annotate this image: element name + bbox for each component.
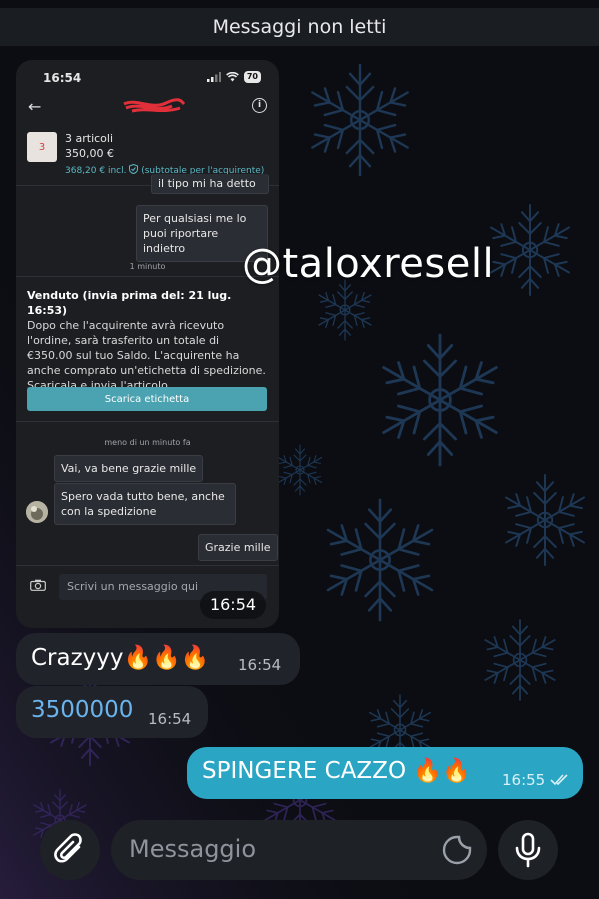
divider: [16, 421, 279, 422]
sticker-icon[interactable]: [441, 834, 473, 866]
divider: [16, 276, 279, 277]
photo-message[interactable]: 16:54 70 ← i 3 3 articoli 350,00 € 368,2…: [16, 60, 279, 628]
wifi-icon: [226, 72, 239, 82]
message-text: Crazyyy🔥🔥🔥: [31, 645, 210, 671]
attach-button[interactable]: [40, 820, 100, 880]
message-text: SPINGERE CAZZO 🔥🔥: [202, 758, 471, 784]
download-label-button[interactable]: Scarica etichetta: [27, 387, 267, 411]
order-price: 350,00 €: [65, 147, 114, 160]
sold-title: Venduto (invia prima del: 21 lug. 16:53): [27, 289, 232, 317]
sold-body: Dopo che l'acquirente avrà ricevuto l'or…: [27, 319, 266, 392]
divider: [16, 565, 279, 566]
cutoff-text: il tipo mi ha detto di si: [158, 177, 256, 193]
message-input-placeholder: Messaggio: [129, 835, 257, 863]
unread-label: Messaggi non letti: [212, 16, 387, 38]
chat-bubble-ok: Vai, va bene grazie mille: [54, 455, 204, 482]
battery-indicator: 70: [243, 71, 261, 83]
status-icons: 70: [206, 71, 261, 83]
shield-check-icon: [129, 163, 139, 175]
order-items: 3 articoli: [65, 132, 114, 145]
incl-price: 368,20 € incl.: [65, 166, 127, 176]
timestamp-1: 1 minuto: [129, 262, 166, 271]
chat-bubble-cutoff: il tipo mi ha detto di si: [151, 174, 269, 194]
order-summary: 3 3 articoli 350,00 € 368,20 € incl. (su…: [27, 130, 272, 178]
status-time: 16:54: [43, 71, 82, 85]
order-thumbnail: 3: [27, 132, 57, 162]
message-text[interactable]: 3500000: [31, 697, 133, 723]
unread-messages-divider: Messaggi non letti: [0, 8, 599, 46]
phone-status-bar: 16:54 70: [16, 68, 279, 88]
screenshot-nav: ← i: [16, 96, 279, 120]
message-time: 16:54: [148, 710, 192, 728]
back-arrow-icon: ←: [28, 97, 42, 116]
message-bubble[interactable]: Crazyyy🔥🔥🔥 16:54: [16, 633, 300, 685]
microphone-icon: [515, 832, 541, 868]
info-icon: i: [252, 98, 267, 113]
avatar: [26, 501, 48, 523]
chat-bubble-hope: Spero vada tutto bene, anche con la sped…: [54, 483, 236, 525]
chat-bubble-thanks: Grazie mille: [198, 534, 278, 561]
message-bubble-outgoing[interactable]: SPINGERE CAZZO 🔥🔥 16:55: [187, 747, 583, 799]
signal-icon: [206, 72, 221, 82]
sold-notice: Venduto (invia prima del: 21 lug. 16:53)…: [27, 288, 267, 393]
paperclip-icon: [54, 833, 82, 863]
message-bubble[interactable]: 3500000 16:54: [16, 686, 208, 738]
message-time: 16:55: [502, 771, 546, 789]
double-check-icon: [550, 774, 568, 786]
message-time: 16:54: [238, 656, 282, 674]
timestamp-2: meno di un minuto fa: [104, 438, 191, 447]
voice-message-button[interactable]: [498, 820, 558, 880]
watermark-text: @taloxresell: [242, 241, 495, 287]
photo-timestamp: 16:54: [200, 591, 266, 619]
redaction-scribble: [123, 98, 186, 113]
message-input[interactable]: Messaggio: [111, 820, 487, 880]
camera-icon: [30, 579, 46, 591]
